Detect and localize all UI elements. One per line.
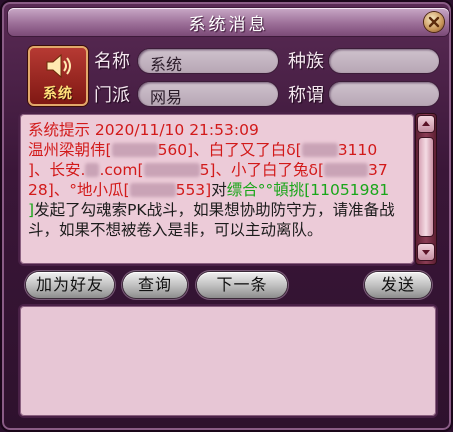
scroll-down-button[interactable] (418, 244, 434, 260)
school-label: 门派 (94, 85, 130, 106)
emblem-label: 系统 (43, 86, 73, 102)
redacted-id (143, 163, 200, 177)
scroll-thumb[interactable] (419, 138, 433, 236)
message-text: 系统提示 2020/11/10 21:53:09 温州梁朝伟[560]、白了又了… (28, 120, 412, 240)
race-field (329, 49, 439, 73)
redacted-id (111, 143, 158, 157)
title-field (329, 82, 439, 106)
scroll-up-button[interactable] (418, 116, 434, 132)
name-field: 系统 (138, 49, 278, 74)
close-button[interactable] (424, 12, 444, 32)
query-button[interactable]: 查询 (123, 272, 187, 298)
system-emblem: 系统 (28, 46, 88, 106)
message-line-2: ]、长安. .com[5]、小了白了兔δ[37 (28, 161, 388, 179)
system-message-window: 系统消息 系统 名称 系统 种族 门派 网易 称谓 系统提示 2020/11/1… (0, 0, 453, 432)
next-button[interactable]: 下一条 (197, 272, 287, 298)
redacted-id (324, 163, 369, 177)
school-field: 网易 (138, 82, 278, 107)
arrow-down-icon (422, 250, 430, 255)
message-line-4: ]发起了勾魂索PK战斗，如果想协助防守方，请准备战斗，如果不想被卷入是非，可以主… (28, 201, 395, 239)
race-label: 种族 (288, 51, 324, 72)
redacted-text (85, 163, 100, 177)
close-icon (428, 16, 440, 28)
send-button[interactable]: 发送 (365, 272, 431, 298)
window-title: 系统消息 (188, 15, 269, 35)
name-label: 名称 (94, 51, 130, 72)
reply-input[interactable] (20, 306, 436, 416)
add-friend-button[interactable]: 加为好友 (26, 272, 114, 298)
message-line-1: 温州梁朝伟[560]、白了又了白δ[3110 (28, 141, 378, 159)
redacted-id (301, 143, 338, 157)
title-label: 称谓 (288, 85, 324, 106)
message-scrollbar[interactable] (416, 114, 436, 264)
message-panel[interactable]: 系统提示 2020/11/10 21:53:09 温州梁朝伟[560]、白了又了… (20, 114, 414, 264)
redacted-id (129, 183, 176, 197)
message-header: 系统提示 2020/11/10 21:53:09 (28, 121, 259, 139)
speaker-icon (46, 53, 71, 79)
arrow-up-icon (422, 121, 430, 126)
title-bar[interactable]: 系统消息 (8, 8, 449, 36)
message-line-3: 28]、°地小瓜[553]对缥合°°頓挑[11051981 (28, 181, 390, 199)
